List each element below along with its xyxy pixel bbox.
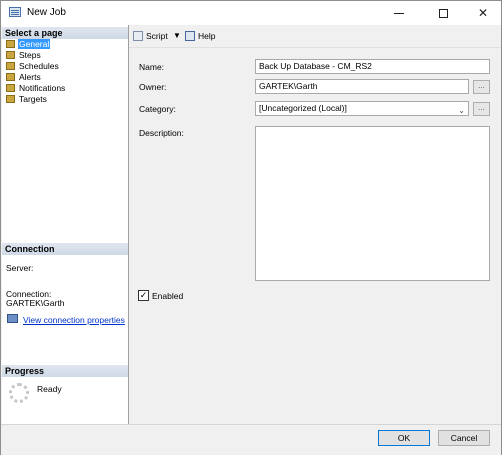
- owner-input[interactable]: GARTEK\Garth: [255, 79, 469, 94]
- page-icon: [6, 95, 15, 103]
- page-icon: [6, 84, 15, 92]
- close-button[interactable]: ✕: [465, 1, 501, 25]
- connection-value: GARTEK\Garth: [6, 298, 65, 308]
- page-label: Schedules: [19, 61, 59, 71]
- page-icon: [6, 51, 15, 59]
- page-general[interactable]: General: [6, 39, 51, 50]
- page-notifications[interactable]: Notifications: [6, 83, 66, 94]
- maximize-button[interactable]: [425, 1, 461, 25]
- script-dropdown-arrow[interactable]: ▼: [173, 31, 181, 40]
- connection-header: Connection: [2, 243, 128, 255]
- progress-header: Progress: [2, 365, 128, 377]
- enabled-checkbox[interactable]: ✓: [138, 290, 149, 301]
- script-button[interactable]: Script: [133, 30, 168, 42]
- help-label: Help: [198, 31, 216, 41]
- owner-label: Owner:: [139, 82, 167, 92]
- name-label: Name:: [139, 62, 165, 72]
- toolbar-divider: [129, 47, 501, 48]
- page-label: Alerts: [19, 72, 41, 82]
- page-schedules[interactable]: Schedules: [6, 61, 60, 72]
- script-label: Script: [146, 31, 168, 41]
- page-icon: [6, 73, 15, 81]
- category-browse-button[interactable]: ...: [473, 102, 490, 116]
- page-icon: [6, 62, 15, 70]
- category-value: [Uncategorized (Local)]: [259, 103, 347, 113]
- progress-status: Ready: [37, 384, 62, 394]
- checkmark-icon: ✓: [139, 290, 148, 300]
- name-input[interactable]: Back Up Database - CM_RS2: [255, 59, 490, 74]
- help-icon: [185, 31, 195, 41]
- minimize-button[interactable]: [381, 1, 417, 25]
- new-job-dialog: New Job ✕ Select a page General Steps Sc…: [0, 0, 502, 455]
- window-title: New Job: [27, 7, 66, 18]
- close-icon: ✕: [477, 6, 489, 20]
- page-steps[interactable]: Steps: [6, 50, 42, 61]
- connection-properties-icon: [7, 314, 18, 323]
- job-icon: [9, 7, 21, 17]
- cancel-button[interactable]: Cancel: [438, 430, 490, 446]
- spinner-icon: [9, 383, 29, 403]
- ok-button[interactable]: OK: [378, 430, 430, 446]
- help-button[interactable]: Help: [185, 30, 215, 42]
- page-label: General: [18, 39, 51, 49]
- owner-browse-button[interactable]: ...: [473, 80, 490, 94]
- description-textarea[interactable]: [255, 126, 490, 281]
- script-icon: [133, 31, 143, 41]
- enabled-label: Enabled: [152, 291, 184, 301]
- page-targets[interactable]: Targets: [6, 94, 48, 105]
- page-icon: [6, 40, 15, 48]
- page-label: Targets: [19, 94, 47, 104]
- select-page-header: Select a page: [2, 27, 128, 39]
- title-bar: New Job ✕: [1, 1, 501, 25]
- minimize-icon: [394, 13, 404, 15]
- server-label: Server:: [6, 263, 34, 273]
- description-label: Description:: [139, 128, 184, 138]
- category-select[interactable]: [Uncategorized (Local)] ⌄: [255, 101, 469, 116]
- page-label: Steps: [19, 50, 41, 60]
- category-label: Category:: [139, 104, 176, 114]
- view-connection-properties-link[interactable]: View connection properties: [23, 315, 125, 325]
- maximize-icon: [438, 9, 448, 19]
- page-label: Notifications: [19, 83, 66, 93]
- chevron-down-icon: ⌄: [458, 106, 465, 115]
- page-alerts[interactable]: Alerts: [6, 72, 42, 83]
